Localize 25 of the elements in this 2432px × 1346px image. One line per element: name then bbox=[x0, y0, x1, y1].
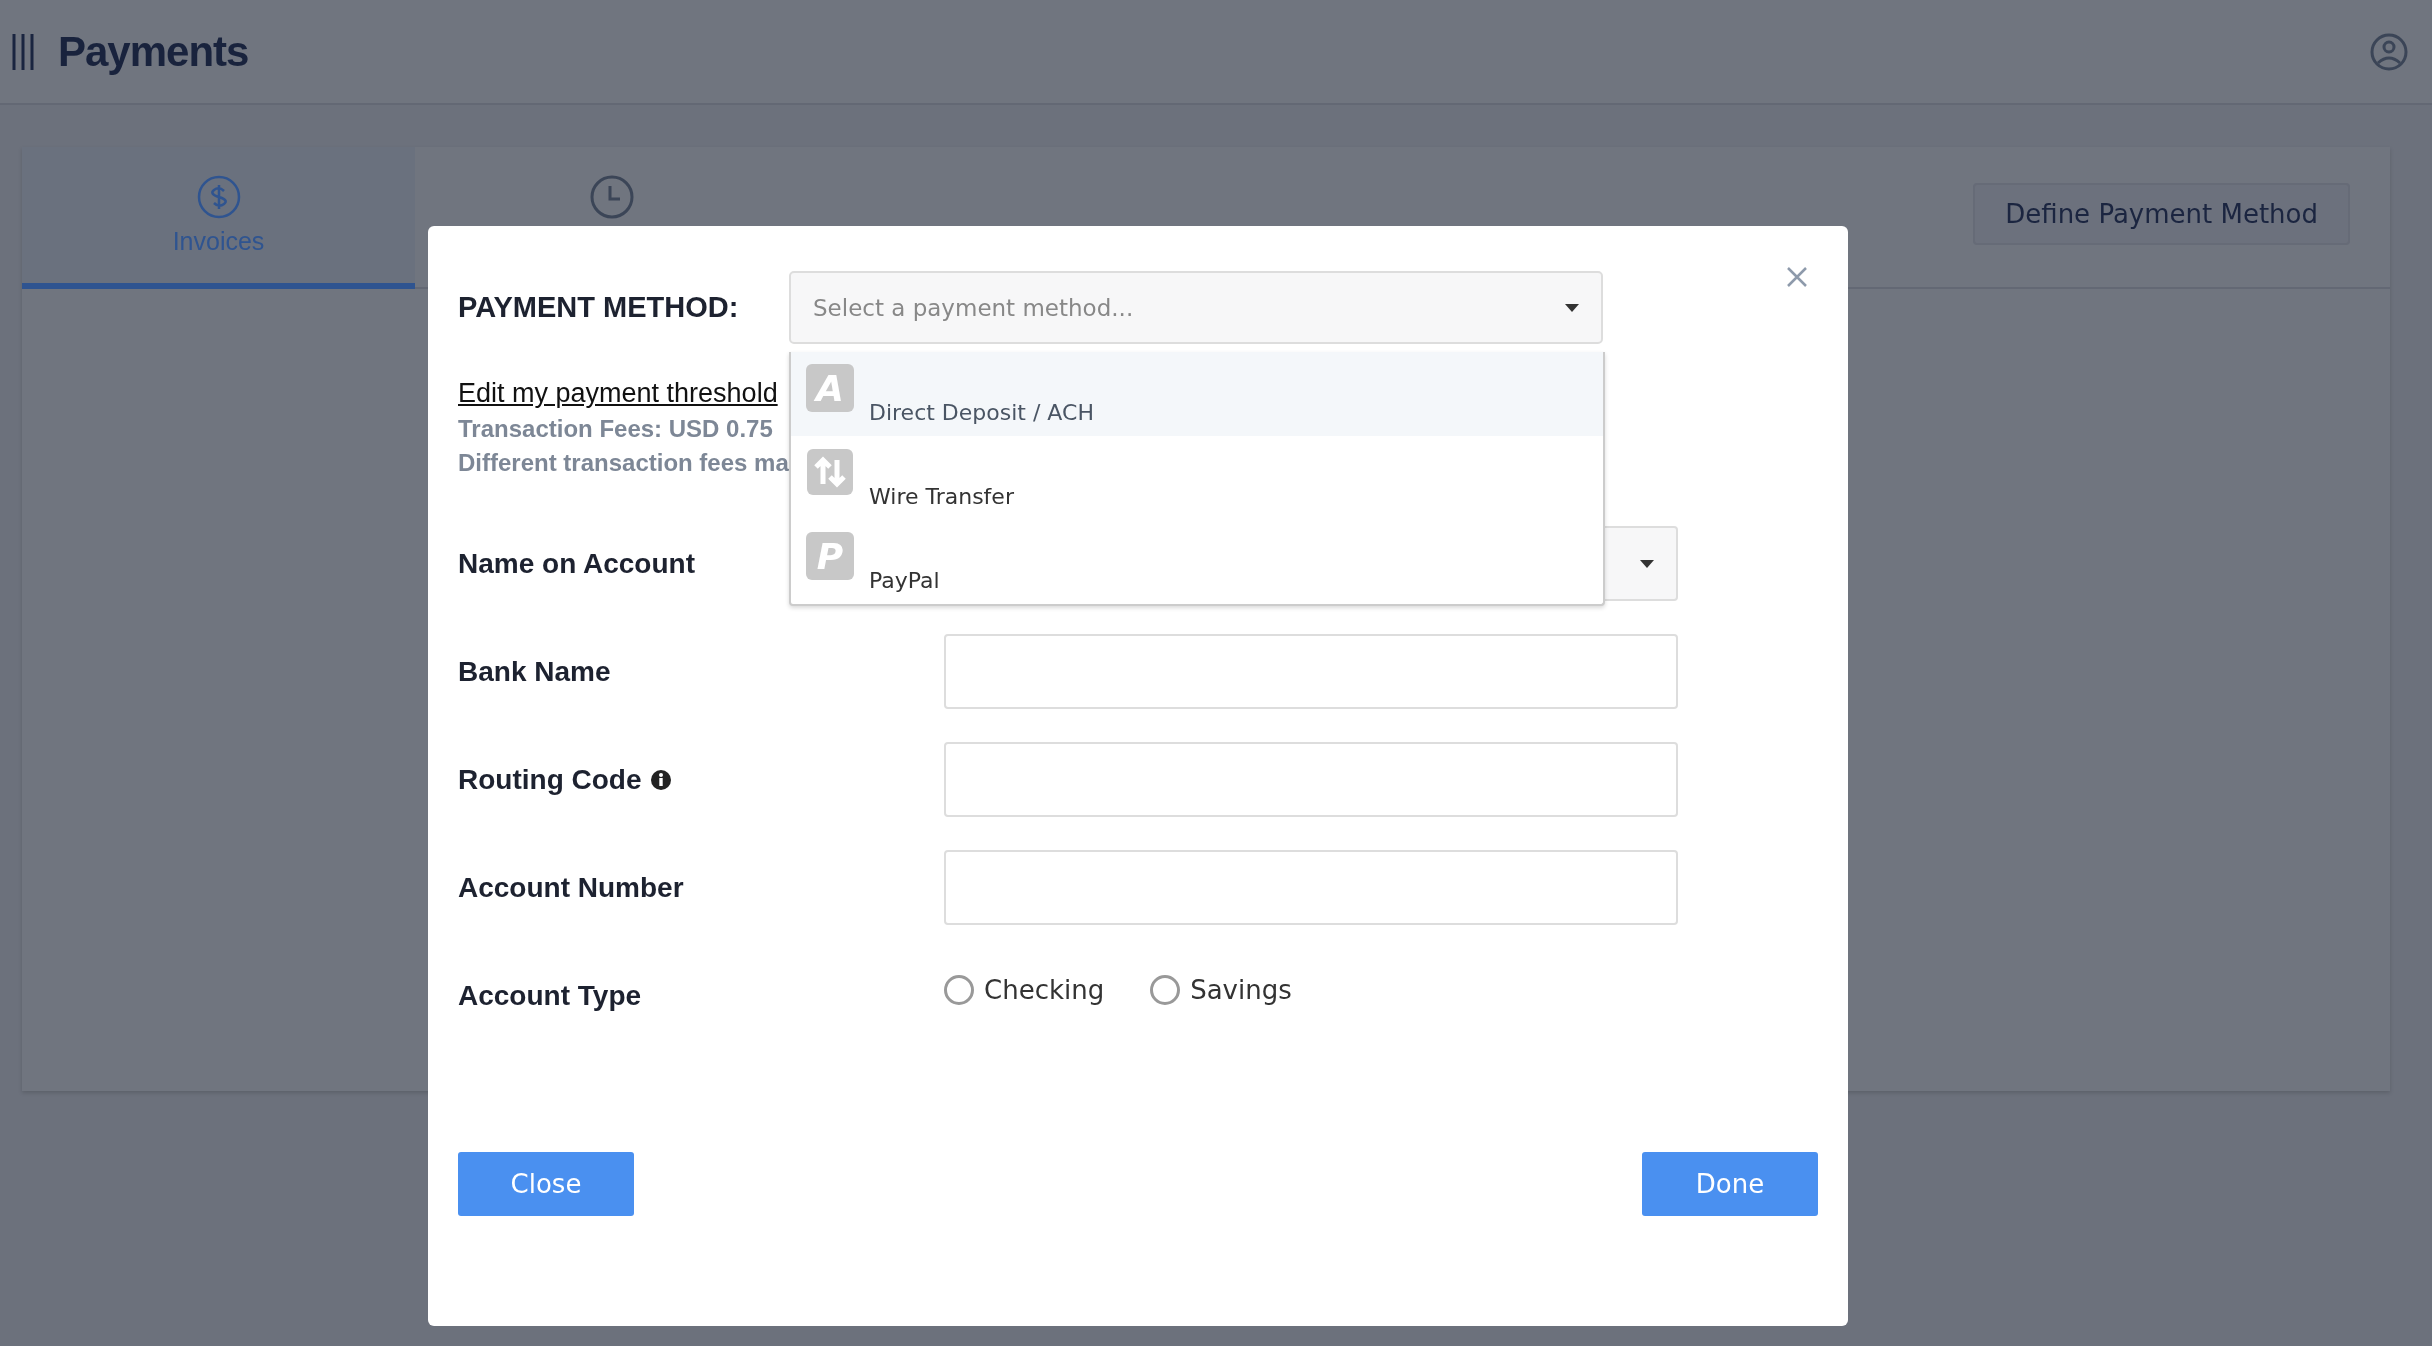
dollar-icon bbox=[196, 175, 241, 219]
field-label: Bank Name bbox=[458, 655, 611, 688]
close-icon[interactable] bbox=[1786, 266, 1808, 288]
field-label: Name on Account bbox=[458, 547, 695, 580]
caret-icon bbox=[1565, 303, 1579, 312]
transfer-icon bbox=[806, 448, 854, 496]
radio-option[interactable]: Checking bbox=[944, 974, 1105, 1005]
input-field[interactable] bbox=[944, 634, 1678, 709]
field-label: Account Type bbox=[458, 979, 642, 1012]
caret-icon bbox=[1640, 559, 1654, 568]
clock-icon bbox=[589, 175, 634, 219]
threshold-link[interactable]: Edit my payment threshold bbox=[458, 378, 778, 409]
input-field[interactable] bbox=[944, 850, 1678, 925]
info-icon[interactable] bbox=[649, 768, 672, 791]
field-label: Account Number bbox=[458, 871, 684, 904]
radio-option[interactable]: Savings bbox=[1150, 974, 1292, 1005]
page-title: Payments bbox=[58, 27, 250, 76]
user-icon[interactable] bbox=[2370, 32, 2408, 71]
fee-note: Different transaction fees ma bbox=[458, 449, 789, 477]
payment-method-label: PAYMENT METHOD: bbox=[458, 291, 740, 324]
input-field[interactable] bbox=[944, 742, 1678, 817]
field-label: Routing Code bbox=[458, 763, 642, 796]
fee-note: Transaction Fees: USD 0.75 bbox=[458, 415, 773, 443]
menu-icon[interactable] bbox=[12, 33, 34, 70]
dropdown-option[interactable]: Wire Transfer bbox=[791, 436, 1603, 520]
